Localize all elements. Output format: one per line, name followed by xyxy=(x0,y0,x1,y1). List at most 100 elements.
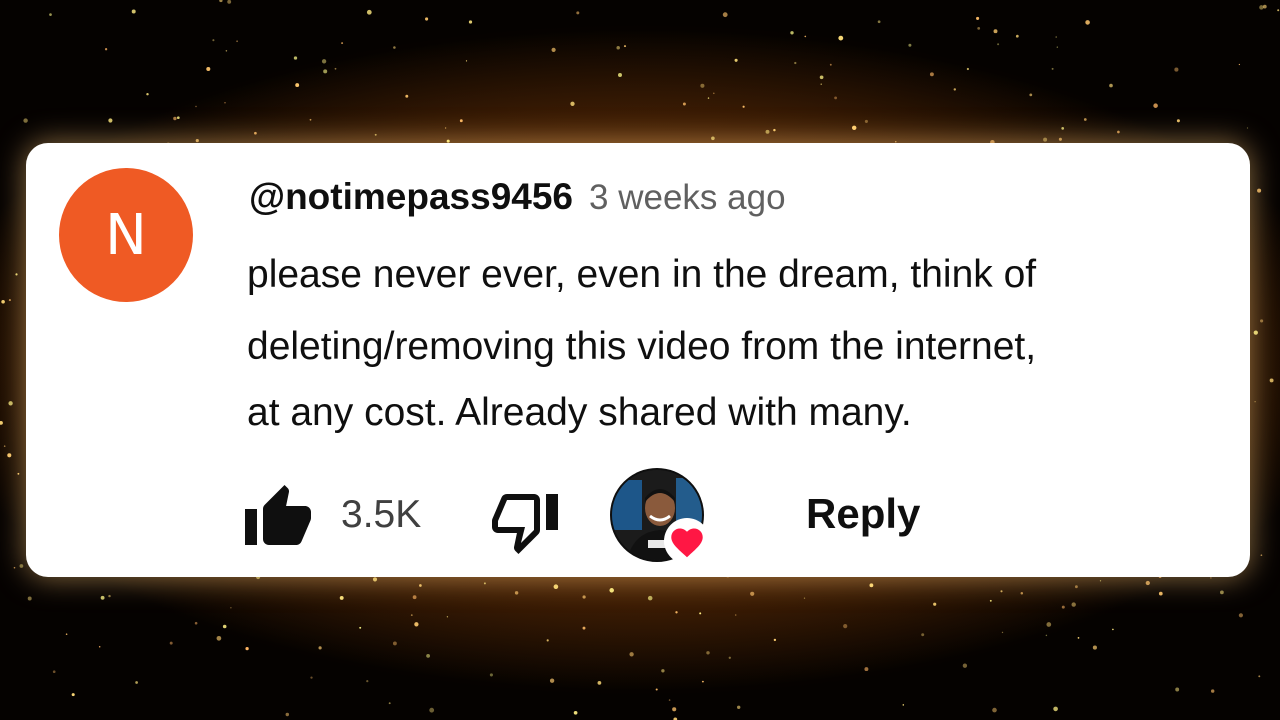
sparkle-dot xyxy=(1029,93,1033,97)
sparkle-dot xyxy=(17,472,20,475)
sparkle-dot xyxy=(570,101,575,106)
dislike-button[interactable] xyxy=(487,485,563,557)
sparkle-dot xyxy=(429,707,435,713)
sparkle-dot xyxy=(773,128,776,132)
reply-button[interactable]: Reply xyxy=(806,490,920,538)
sparkle-dot xyxy=(1051,67,1054,70)
sparkle-dot xyxy=(993,29,998,34)
sparkle-dot xyxy=(465,60,468,62)
sparkle-dot xyxy=(1238,613,1243,618)
sparkle-dot xyxy=(285,712,290,717)
sparkle-dot xyxy=(176,116,180,120)
sparkle-dot xyxy=(737,705,741,709)
sparkle-dot xyxy=(1099,580,1102,582)
sparkle-dot xyxy=(414,622,419,627)
sparkle-dot xyxy=(1145,580,1150,586)
sparkle-dot xyxy=(794,61,797,65)
sparkle-dot xyxy=(546,639,549,642)
sparkle-dot xyxy=(419,584,422,587)
sparkle-dot xyxy=(713,92,715,95)
sparkle-dot xyxy=(1055,36,1057,38)
sparkle-dot xyxy=(706,651,710,655)
sparkle-dot xyxy=(576,11,580,15)
sparkle-dot xyxy=(1109,83,1113,88)
sparkle-dot xyxy=(582,595,586,599)
sparkle-dot xyxy=(339,595,344,600)
sparkle-dot xyxy=(804,35,807,38)
sparkle-dot xyxy=(609,588,614,593)
sparkle-dot xyxy=(668,699,671,701)
sparkle-dot xyxy=(13,566,16,569)
sparkle-dot xyxy=(425,17,429,21)
sparkle-dot xyxy=(366,680,369,683)
sparkle-dot xyxy=(293,56,298,60)
sparkle-dot xyxy=(195,105,197,108)
sparkle-dot xyxy=(989,599,992,602)
sparkle-dot xyxy=(444,127,447,129)
sparkle-dot xyxy=(65,633,68,635)
avatar-letter: N xyxy=(105,202,147,268)
sparkle-dot xyxy=(711,136,715,141)
sparkle-dot xyxy=(366,9,372,15)
user-avatar[interactable]: N xyxy=(59,168,193,302)
sparkle-dot xyxy=(829,63,832,66)
sparkle-dot xyxy=(49,13,52,16)
sparkle-dot xyxy=(426,654,430,658)
creator-heart-badge[interactable] xyxy=(610,468,710,566)
sparkle-dot xyxy=(1153,103,1158,108)
sparkle-dot xyxy=(701,680,704,683)
sparkle-dot xyxy=(219,0,223,3)
sparkle-dot xyxy=(321,59,327,64)
sparkle-dot xyxy=(933,602,937,606)
sparkle-dot xyxy=(966,67,970,71)
sparkle-dot xyxy=(1158,591,1163,596)
sparkle-dot xyxy=(8,299,11,302)
sparkle-dot xyxy=(962,663,968,668)
sparkle-dot xyxy=(1257,188,1262,193)
sparkle-dot xyxy=(412,595,417,600)
sparkle-dot xyxy=(459,119,463,123)
sparkle-dot xyxy=(549,678,555,683)
sparkle-dot xyxy=(616,46,620,50)
sparkle-dot xyxy=(953,88,957,91)
sparkle-dot xyxy=(393,46,396,49)
sparkle-dot xyxy=(334,67,337,70)
sparkle-dot xyxy=(1001,631,1004,634)
sparkle-dot xyxy=(869,583,874,588)
sparkle-dot xyxy=(722,12,728,18)
sparkle-dot xyxy=(1269,378,1274,383)
username[interactable]: @notimepass9456 xyxy=(249,176,573,218)
sparkle-dot xyxy=(902,704,905,706)
sparkle-dot xyxy=(929,72,934,77)
sparkle-dot xyxy=(834,96,838,100)
sparkle-dot xyxy=(489,673,493,677)
sparkle-dot xyxy=(71,693,75,697)
sparkle-dot xyxy=(1077,637,1080,639)
timestamp[interactable]: 3 weeks ago xyxy=(589,178,786,218)
sparkle-dot xyxy=(699,612,702,615)
sparkle-dot xyxy=(169,641,173,645)
sparkle-dot xyxy=(553,584,559,590)
sparkle-dot xyxy=(100,595,105,600)
sparkle-dot xyxy=(597,681,602,685)
sparkle-dot xyxy=(908,43,912,47)
comment-text-line: please never ever, even in the dream, th… xyxy=(247,253,1037,296)
sparkle-dot xyxy=(15,273,18,276)
sparkle-dot xyxy=(819,75,824,80)
sparkle-dot xyxy=(195,139,199,143)
thumbs-up-filled-icon xyxy=(245,485,311,545)
like-button[interactable] xyxy=(240,482,316,554)
sparkle-dot xyxy=(7,453,12,458)
sparkle-dot xyxy=(1061,605,1065,609)
sparkle-dot xyxy=(230,607,232,609)
sparkle-dot xyxy=(227,0,232,4)
sparkle-dot xyxy=(976,16,980,20)
sparkle-dot xyxy=(992,707,997,713)
sparkle-dot xyxy=(323,69,328,74)
sparkle-dot xyxy=(1061,127,1065,130)
sparkle-dot xyxy=(629,652,634,657)
sparkle-dot xyxy=(682,102,686,106)
sparkle-dot xyxy=(742,105,745,108)
sparkle-dot xyxy=(1117,130,1120,134)
sparkle-dot xyxy=(222,624,227,629)
